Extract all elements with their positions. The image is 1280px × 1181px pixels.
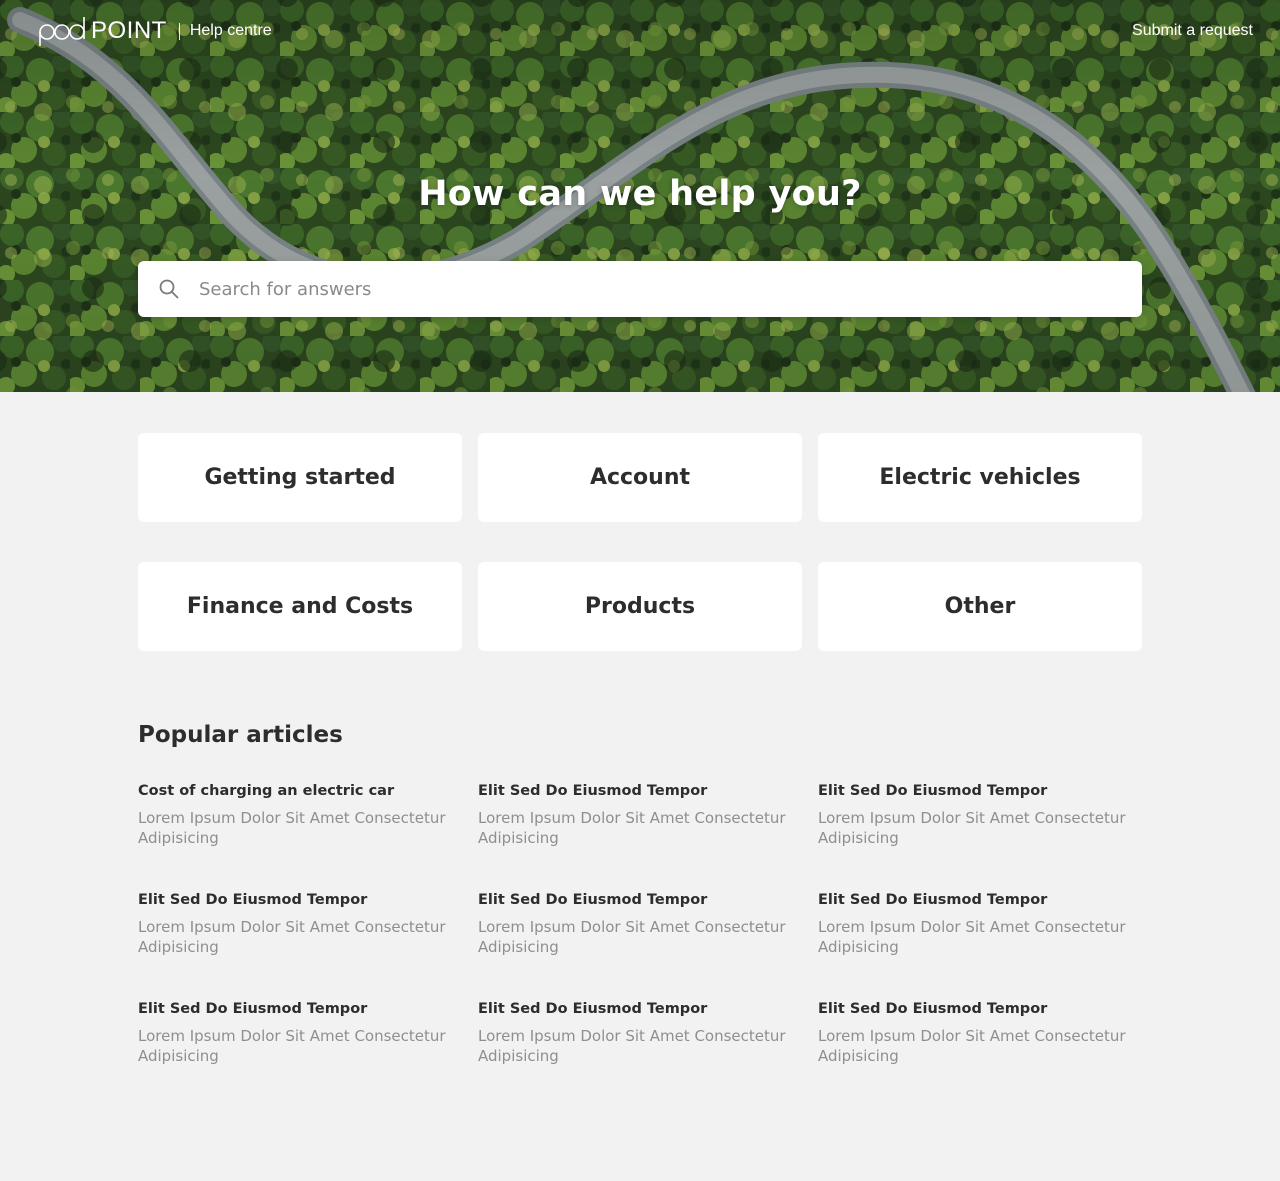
submit-request-link[interactable]: Submit a request bbox=[1132, 22, 1253, 40]
search-input[interactable] bbox=[199, 261, 1142, 317]
article-title-link[interactable]: Elit Sed Do Eiusmod Tempor bbox=[478, 999, 802, 1019]
article-item: Elit Sed Do Eiusmod Tempor Lorem Ipsum D… bbox=[138, 890, 462, 999]
pod-logo-icon bbox=[39, 17, 85, 46]
article-item: Cost of charging an electric car Lorem I… bbox=[138, 781, 462, 890]
brand: POINT Help centre bbox=[37, 15, 272, 47]
search-box[interactable] bbox=[138, 261, 1142, 317]
brand-divider bbox=[178, 22, 180, 40]
article-item: Elit Sed Do Eiusmod Tempor Lorem Ipsum D… bbox=[478, 999, 802, 1108]
article-item: Elit Sed Do Eiusmod Tempor Lorem Ipsum D… bbox=[478, 781, 802, 890]
article-description: Lorem Ipsum Dolor Sit Amet Consectetur A… bbox=[478, 918, 786, 956]
article-item: Elit Sed Do Eiusmod Tempor Lorem Ipsum D… bbox=[818, 781, 1142, 890]
article-title-link[interactable]: Elit Sed Do Eiusmod Tempor bbox=[138, 890, 462, 910]
popular-articles-section: Popular articles Cost of charging an ele… bbox=[138, 719, 1142, 1108]
article-item: Elit Sed Do Eiusmod Tempor Lorem Ipsum D… bbox=[818, 999, 1142, 1108]
article-description: Lorem Ipsum Dolor Sit Amet Consectetur A… bbox=[138, 1027, 446, 1065]
article-title-link[interactable]: Elit Sed Do Eiusmod Tempor bbox=[478, 781, 802, 801]
hero-title: How can we help you? bbox=[418, 174, 862, 214]
article-item: Elit Sed Do Eiusmod Tempor Lorem Ipsum D… bbox=[138, 999, 462, 1108]
article-description: Lorem Ipsum Dolor Sit Amet Consectetur A… bbox=[138, 809, 446, 847]
article-title-link[interactable]: Elit Sed Do Eiusmod Tempor bbox=[818, 999, 1142, 1019]
article-description: Lorem Ipsum Dolor Sit Amet Consectetur A… bbox=[818, 809, 1126, 847]
article-title-link[interactable]: Cost of charging an electric car bbox=[138, 781, 462, 801]
pod-point-logo[interactable]: POINT bbox=[37, 15, 167, 47]
hero-banner: POINT Help centre Submit a request How c… bbox=[0, 0, 1280, 392]
category-account[interactable]: Account bbox=[478, 433, 802, 522]
article-description: Lorem Ipsum Dolor Sit Amet Consectetur A… bbox=[478, 1027, 786, 1065]
article-description: Lorem Ipsum Dolor Sit Amet Consectetur A… bbox=[478, 809, 786, 847]
article-title-link[interactable]: Elit Sed Do Eiusmod Tempor bbox=[818, 890, 1142, 910]
category-electric-vehicles[interactable]: Electric vehicles bbox=[818, 433, 1142, 522]
articles-grid: Cost of charging an electric car Lorem I… bbox=[138, 781, 1142, 1108]
category-grid: Getting started Account Electric vehicle… bbox=[138, 433, 1142, 651]
article-item: Elit Sed Do Eiusmod Tempor Lorem Ipsum D… bbox=[818, 890, 1142, 999]
category-finance-and-costs[interactable]: Finance and Costs bbox=[138, 562, 462, 651]
article-title-link[interactable]: Elit Sed Do Eiusmod Tempor bbox=[818, 781, 1142, 801]
article-description: Lorem Ipsum Dolor Sit Amet Consectetur A… bbox=[818, 1027, 1126, 1065]
top-navigation: POINT Help centre Submit a request bbox=[0, 0, 1280, 62]
category-getting-started[interactable]: Getting started bbox=[138, 433, 462, 522]
article-title-link[interactable]: Elit Sed Do Eiusmod Tempor bbox=[478, 890, 802, 910]
article-item: Elit Sed Do Eiusmod Tempor Lorem Ipsum D… bbox=[478, 890, 802, 999]
logo-wordmark: POINT bbox=[91, 17, 167, 44]
category-products[interactable]: Products bbox=[478, 562, 802, 651]
article-title-link[interactable]: Elit Sed Do Eiusmod Tempor bbox=[138, 999, 462, 1019]
help-centre-link[interactable]: Help centre bbox=[190, 23, 272, 39]
category-other[interactable]: Other bbox=[818, 562, 1142, 651]
popular-articles-heading: Popular articles bbox=[138, 722, 343, 748]
search-icon[interactable] bbox=[159, 279, 179, 299]
article-description: Lorem Ipsum Dolor Sit Amet Consectetur A… bbox=[138, 918, 446, 956]
article-description: Lorem Ipsum Dolor Sit Amet Consectetur A… bbox=[818, 918, 1126, 956]
